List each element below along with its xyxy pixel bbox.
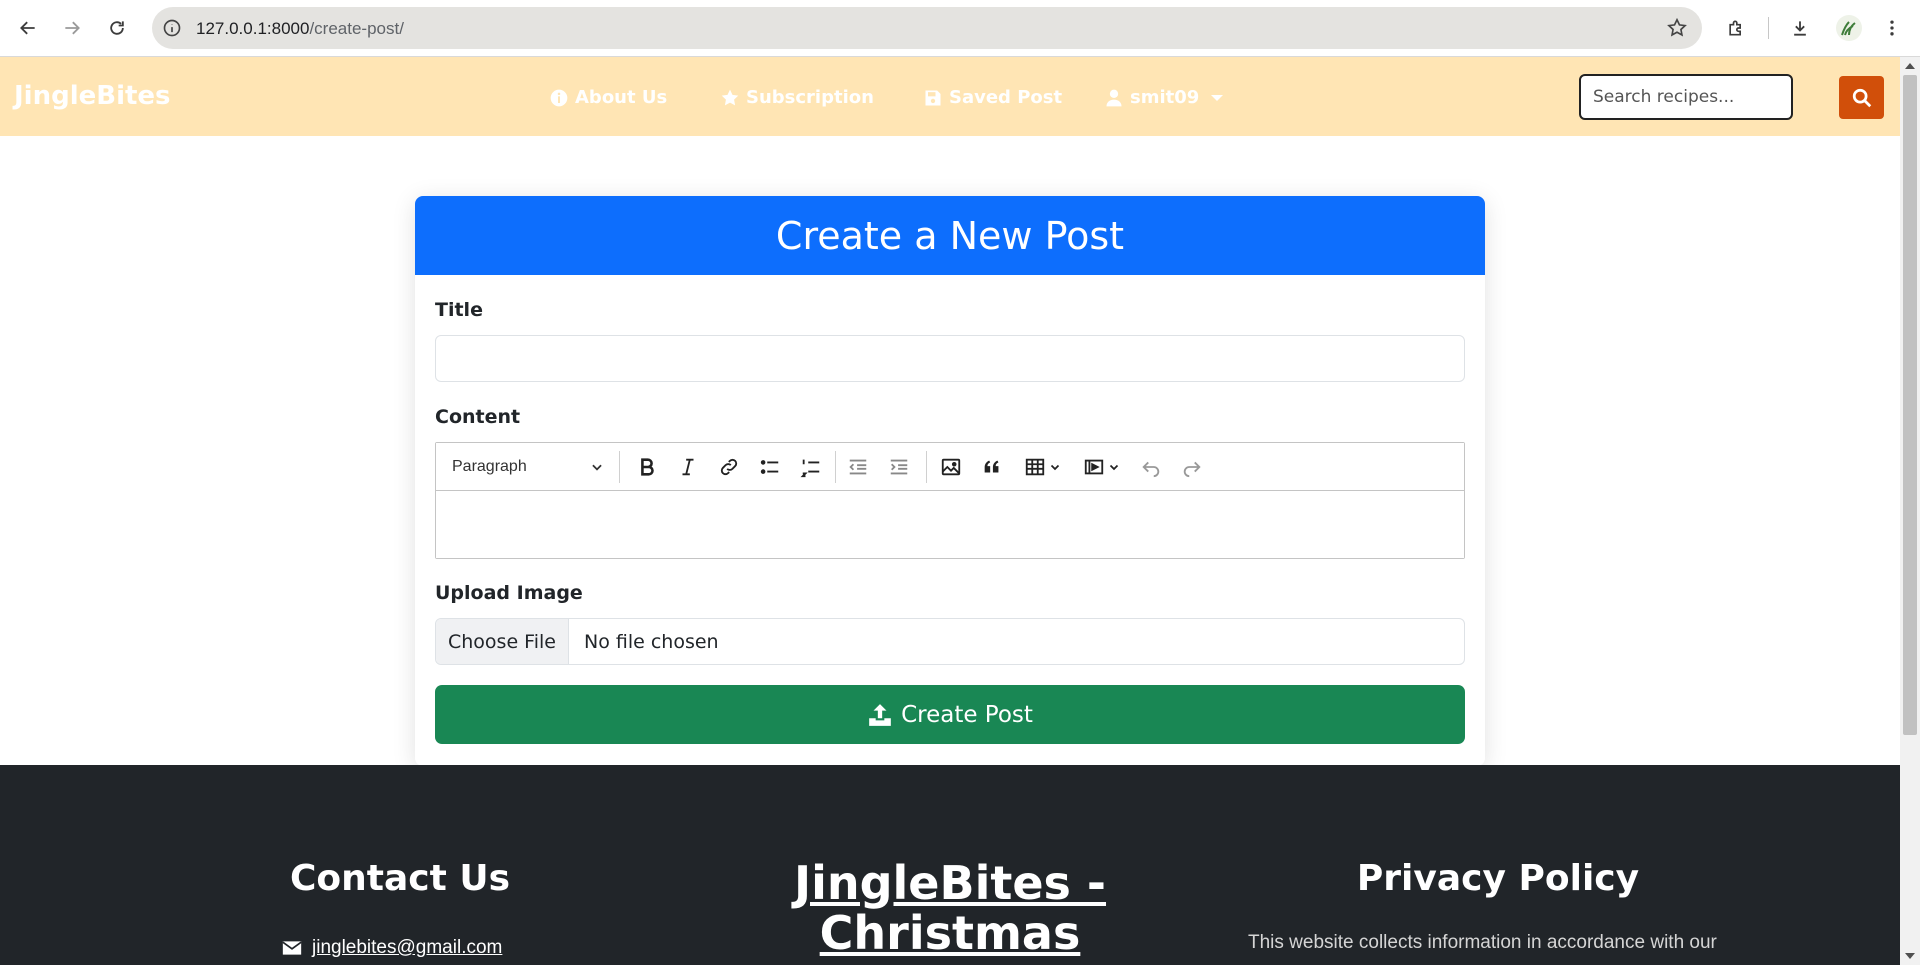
bookmark-star-icon[interactable]: [1666, 17, 1688, 39]
search-button[interactable]: [1839, 76, 1884, 119]
image-file-input[interactable]: Choose File No file chosen: [435, 618, 1465, 665]
title-label: Title: [435, 299, 483, 321]
address-bar[interactable]: 127.0.0.1:8000/create-post/: [152, 7, 1702, 49]
search-icon: [1852, 88, 1871, 107]
save-icon: [925, 90, 941, 105]
numbered-list-icon[interactable]: [796, 453, 826, 481]
chevron-down-icon: [1109, 464, 1118, 471]
indent-icon[interactable]: [884, 453, 914, 481]
scroll-down-icon[interactable]: [1905, 953, 1915, 959]
contact-email-text: jinglebites@gmail.com: [312, 937, 503, 958]
title-input[interactable]: [435, 335, 1465, 382]
download-icon[interactable]: [1786, 14, 1814, 42]
star-icon: [721, 89, 739, 105]
extensions-icon[interactable]: [1722, 14, 1750, 42]
editor-toolbar: Paragraph: [436, 443, 1464, 491]
block-format-value: Paragraph: [452, 458, 527, 475]
search-input[interactable]: [1579, 74, 1793, 120]
site-info-icon[interactable]: [162, 18, 182, 38]
content-label: Content: [435, 406, 521, 428]
nav-subscription-label: Subscription: [746, 87, 874, 108]
nav-username: smit09: [1130, 87, 1200, 108]
nav-saved-post-label: Saved Post: [949, 87, 1063, 108]
nav-subscription[interactable]: Subscription: [720, 87, 874, 108]
site-navbar: JingleBites About Us Subscription Saved …: [0, 57, 1900, 136]
nav-about-us[interactable]: About Us: [549, 87, 667, 108]
block-format-select[interactable]: Paragraph: [444, 453, 612, 481]
privacy-text: This website collects information in acc…: [1248, 932, 1717, 953]
chevron-down-icon: [1211, 94, 1224, 101]
browser-toolbar: 127.0.0.1:8000/create-post/: [0, 0, 1920, 57]
info-circle-icon: [550, 89, 568, 106]
upload-icon: [869, 703, 891, 726]
file-status-text: No file chosen: [584, 630, 719, 653]
brand-logo[interactable]: JingleBites: [14, 81, 171, 111]
outdent-icon[interactable]: [843, 453, 873, 481]
redo-icon[interactable]: [1177, 453, 1207, 481]
rich-text-editor: Paragraph: [435, 442, 1465, 559]
forward-icon[interactable]: [58, 14, 86, 42]
undo-icon[interactable]: [1136, 453, 1166, 481]
contact-heading: Contact Us: [289, 858, 511, 899]
create-post-card: Create a New Post Title Content Paragrap…: [415, 196, 1485, 766]
profile-avatar-icon[interactable]: [1836, 15, 1862, 41]
nav-saved-post[interactable]: Saved Post: [923, 87, 1062, 108]
back-icon[interactable]: [14, 14, 42, 42]
blockquote-icon[interactable]: [977, 453, 1007, 481]
user-icon: [1106, 89, 1122, 106]
toolbar-divider: [835, 451, 836, 483]
nav-user-dropdown[interactable]: smit09: [1104, 87, 1224, 108]
menu-dots-icon[interactable]: [1878, 14, 1906, 42]
privacy-heading: Privacy Policy: [1356, 858, 1640, 899]
bulleted-list-icon[interactable]: [755, 453, 785, 481]
bold-icon[interactable]: [632, 453, 662, 481]
site-footer: Contact Us jinglebites@gmail.com JingleB…: [0, 765, 1900, 965]
chevron-down-icon: [592, 464, 602, 471]
scroll-up-icon[interactable]: [1905, 63, 1915, 69]
envelope-icon: [282, 941, 302, 955]
toolbar-divider: [926, 451, 927, 483]
reload-icon[interactable]: [103, 14, 131, 42]
create-post-label: Create Post: [901, 701, 1033, 728]
url-text: 127.0.0.1:8000/create-post/: [196, 19, 404, 38]
toolbar-divider: [1768, 17, 1769, 39]
choose-file-button[interactable]: Choose File: [436, 619, 569, 664]
link-icon[interactable]: [714, 453, 744, 481]
image-icon[interactable]: [936, 453, 966, 481]
page-title: Create a New Post: [775, 213, 1125, 258]
footer-brand-title[interactable]: JingleBites - Christmas Treats: [740, 858, 1160, 965]
contact-email-link[interactable]: jinglebites@gmail.com: [282, 937, 502, 959]
scrollbar-thumb[interactable]: [1903, 75, 1917, 735]
toolbar-divider: [619, 451, 620, 483]
create-post-button[interactable]: Create Post: [435, 685, 1465, 744]
upload-image-label: Upload Image: [435, 582, 583, 604]
italic-icon[interactable]: [673, 453, 703, 481]
card-header: Create a New Post: [415, 196, 1485, 275]
media-icon[interactable]: [1079, 453, 1123, 481]
nav-about-us-label: About Us: [575, 87, 668, 108]
table-icon[interactable]: [1020, 453, 1064, 481]
chevron-down-icon: [1050, 464, 1059, 471]
editor-content-area[interactable]: [436, 491, 1464, 558]
